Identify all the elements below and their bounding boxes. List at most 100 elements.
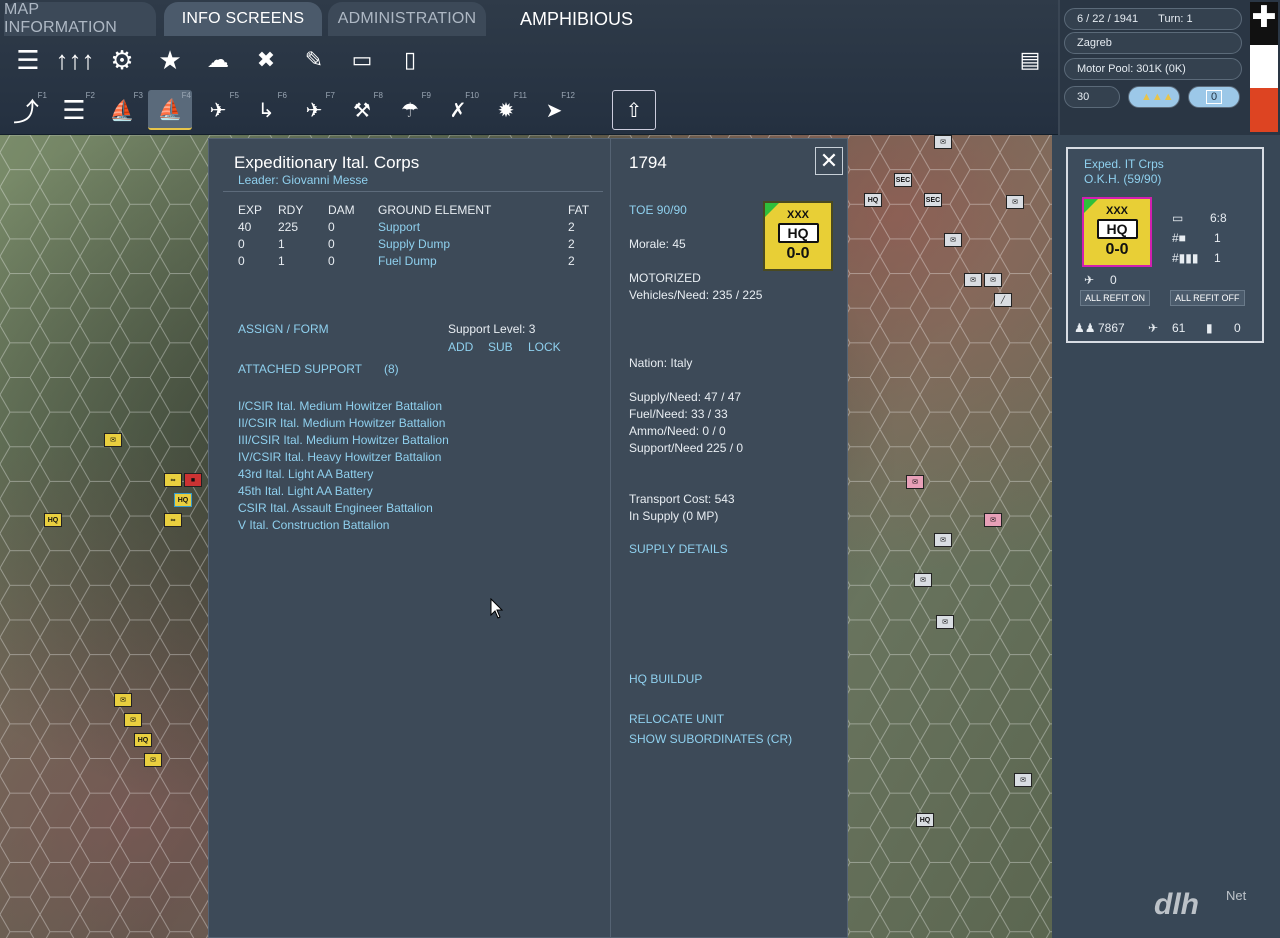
divider <box>223 191 603 192</box>
all-refit-on-button[interactable]: ALL REFIT ON <box>1080 290 1151 306</box>
element-dam: 0 <box>328 220 335 234</box>
all-refit-off-button[interactable]: ALL REFIT OFF <box>1170 290 1245 306</box>
hq-buildup-link[interactable]: HQ BUILDUP <box>629 672 702 686</box>
map-hq-counter[interactable]: HQ <box>916 813 934 827</box>
move-arrow-icon[interactable]: ⤴ F1 <box>4 90 48 130</box>
para-drop-icon[interactable]: ↳ F6 <box>244 90 288 130</box>
attached-unit-link[interactable]: II/CSIR Ital. Medium Howitzer Battalion <box>238 416 445 430</box>
dlh-net-label: Net <box>1226 888 1247 903</box>
tab-administration[interactable]: ADMINISTRATION <box>328 2 486 36</box>
attached-unit-link[interactable]: III/CSIR Ital. Medium Howitzer Battalion <box>238 433 449 447</box>
counter-type: HQ <box>1096 219 1138 239</box>
map-unit-counter[interactable]: ✉ <box>984 513 1002 527</box>
lock-button[interactable]: LOCK <box>528 340 561 354</box>
gear-icon[interactable]: ⚙ <box>100 40 144 80</box>
map-unit-counter[interactable]: HQ <box>174 493 192 507</box>
men-count: 7867 <box>1098 321 1125 335</box>
close-button[interactable]: ✕ <box>815 147 843 175</box>
map-unit-counter[interactable]: ∞ <box>164 513 182 527</box>
map-unit-counter[interactable]: ✉ <box>124 713 142 727</box>
map-hq-counter[interactable]: HQ <box>864 193 882 207</box>
unit-card-counter[interactable]: XXX HQ 0-0 <box>1082 197 1152 267</box>
show-subordinates-link[interactable]: SHOW SUBORDINATES (CR) <box>629 732 792 746</box>
attached-unit-link[interactable]: 45th Ital. Light AA Battery <box>238 484 373 498</box>
map-unit-counter[interactable]: ✉ <box>914 573 932 587</box>
map-unit-counter[interactable]: ╱ <box>994 293 1012 307</box>
element-rdy: 1 <box>278 237 285 251</box>
map-unit-counter[interactable]: ✉ <box>144 753 162 767</box>
leader-link[interactable]: Leader: Giovanni Messe <box>238 173 368 187</box>
attached-unit-link[interactable]: 43rd Ital. Light AA Battery <box>238 467 373 481</box>
bar-chart-icon[interactable]: ▤ <box>1008 40 1052 80</box>
tablet-icon[interactable]: ▯ <box>388 40 432 80</box>
map-sec-counter[interactable]: SEC <box>924 193 942 207</box>
sub-button[interactable]: SUB <box>488 340 513 354</box>
element-dam: 0 <box>328 237 335 251</box>
map-unit-counter[interactable]: ✉ <box>934 135 952 149</box>
card-icon[interactable]: ▭ <box>340 40 384 80</box>
attached-support-link[interactable]: ATTACHED SUPPORT <box>238 362 362 376</box>
map-unit-counter[interactable]: ✉ <box>906 475 924 489</box>
map-unit-counter[interactable]: ✉ <box>936 615 954 629</box>
close-icon: ✕ <box>819 148 839 173</box>
unit-card[interactable]: Exped. IT Crps O.K.H. (59/90) XXX HQ 0-0… <box>1066 147 1264 343</box>
parachute-icon[interactable]: ☂ F9 <box>388 90 432 130</box>
vehicles-text: Vehicles/Need: 235 / 225 <box>629 288 763 302</box>
element-fat: 2 <box>568 254 575 268</box>
fighter-intercept-icon[interactable]: ✗ F10 <box>436 90 480 130</box>
counter-size: XXX <box>1105 205 1128 217</box>
map-unit-counter[interactable]: ✉ <box>1014 773 1032 787</box>
assign-form-link[interactable]: ASSIGN / FORM <box>238 322 329 336</box>
element-name[interactable]: Fuel Dump <box>378 254 437 268</box>
map-unit-counter[interactable]: ✉ <box>1006 195 1024 209</box>
element-name[interactable]: Support <box>378 220 420 234</box>
air-mission-icon[interactable]: ✖ <box>244 40 288 80</box>
toe-link[interactable]: TOE 90/90 <box>629 203 687 217</box>
map-sec-counter[interactable]: SEC <box>894 173 912 187</box>
airbase-icon[interactable]: ✈ F7 <box>292 90 336 130</box>
map-unit-counter[interactable]: ✉ <box>114 693 132 707</box>
afv-icon: ▮ <box>1206 321 1213 335</box>
map-unit-counter[interactable]: ∞ <box>164 473 182 487</box>
nation-text: Nation: Italy <box>629 356 693 370</box>
map-unit-counter[interactable]: ✉ <box>944 233 962 247</box>
naval-unit-icon[interactable]: ☰ <box>6 40 50 80</box>
ground-units-icon[interactable]: ↑↑↑ <box>53 40 97 80</box>
map-hq-counter[interactable]: HQ <box>44 513 62 527</box>
map-unit-counter[interactable]: ✉ <box>934 533 952 547</box>
add-button[interactable]: ADD <box>448 340 473 354</box>
element-name[interactable]: Supply Dump <box>378 237 450 251</box>
map-unit-counter[interactable]: ✉ <box>964 273 982 287</box>
attached-unit-link[interactable]: CSIR Ital. Assault Engineer Battalion <box>238 501 433 515</box>
top-toolbar: MAP INFORMATION INFO SCREENS ADMINISTRAT… <box>0 0 1058 135</box>
satellite-icon[interactable]: ✎ <box>292 40 336 80</box>
relocate-unit-link[interactable]: RELOCATE UNIT <box>629 712 724 726</box>
map-unit-counter[interactable]: ✉ <box>984 273 1002 287</box>
ship-icon[interactable]: ⛵ F3 <box>100 90 144 130</box>
map-hq-counter[interactable]: HQ <box>134 733 152 747</box>
weather-map-icon[interactable]: ☁ <box>196 40 240 80</box>
location-display: Zagreb <box>1064 32 1242 54</box>
explosion-icon[interactable]: ✹ F11 <box>484 90 528 130</box>
attached-count: (8) <box>384 362 399 376</box>
in-supply-text: In Supply (0 MP) <box>629 509 719 523</box>
bomb-factory-icon[interactable]: ⚒ F8 <box>340 90 384 130</box>
attached-unit-link[interactable]: IV/CSIR Ital. Heavy Howitzer Battalion <box>238 450 441 464</box>
fuel-text: Fuel/Need: 33 / 33 <box>629 407 728 421</box>
star-icon[interactable]: ★ <box>148 40 192 80</box>
upload-arrow-icon[interactable]: ⇧ <box>612 90 656 130</box>
tab-map-information[interactable]: MAP INFORMATION <box>4 1 156 36</box>
supply-details-link[interactable]: SUPPLY DETAILS <box>629 542 728 556</box>
tab-info-screens[interactable]: INFO SCREENS <box>164 2 322 36</box>
map-unit-counter[interactable]: ✉ <box>104 433 122 447</box>
counter-strength: 0-0 <box>786 245 810 262</box>
status-panel: 6 / 22 / 1941 Turn: 1 Zagreb Motor Pool:… <box>1060 0 1280 135</box>
selected-unit-panel: Exped. IT Crps O.K.H. (59/90) XXX HQ 0-0… <box>1052 135 1280 938</box>
air-transport-icon[interactable]: ✈ F5 <box>196 90 240 130</box>
map-unit-counter[interactable]: ■ <box>184 473 202 487</box>
next-unit-icon[interactable]: ➤ F12 <box>532 90 576 130</box>
attached-unit-link[interactable]: I/CSIR Ital. Medium Howitzer Battalion <box>238 399 442 413</box>
amphibious-icon[interactable]: ⛵ F4 <box>148 90 192 130</box>
rail-icon[interactable]: ☰ F2 <box>52 90 96 130</box>
attached-unit-link[interactable]: V Ital. Construction Battalion <box>238 518 389 532</box>
